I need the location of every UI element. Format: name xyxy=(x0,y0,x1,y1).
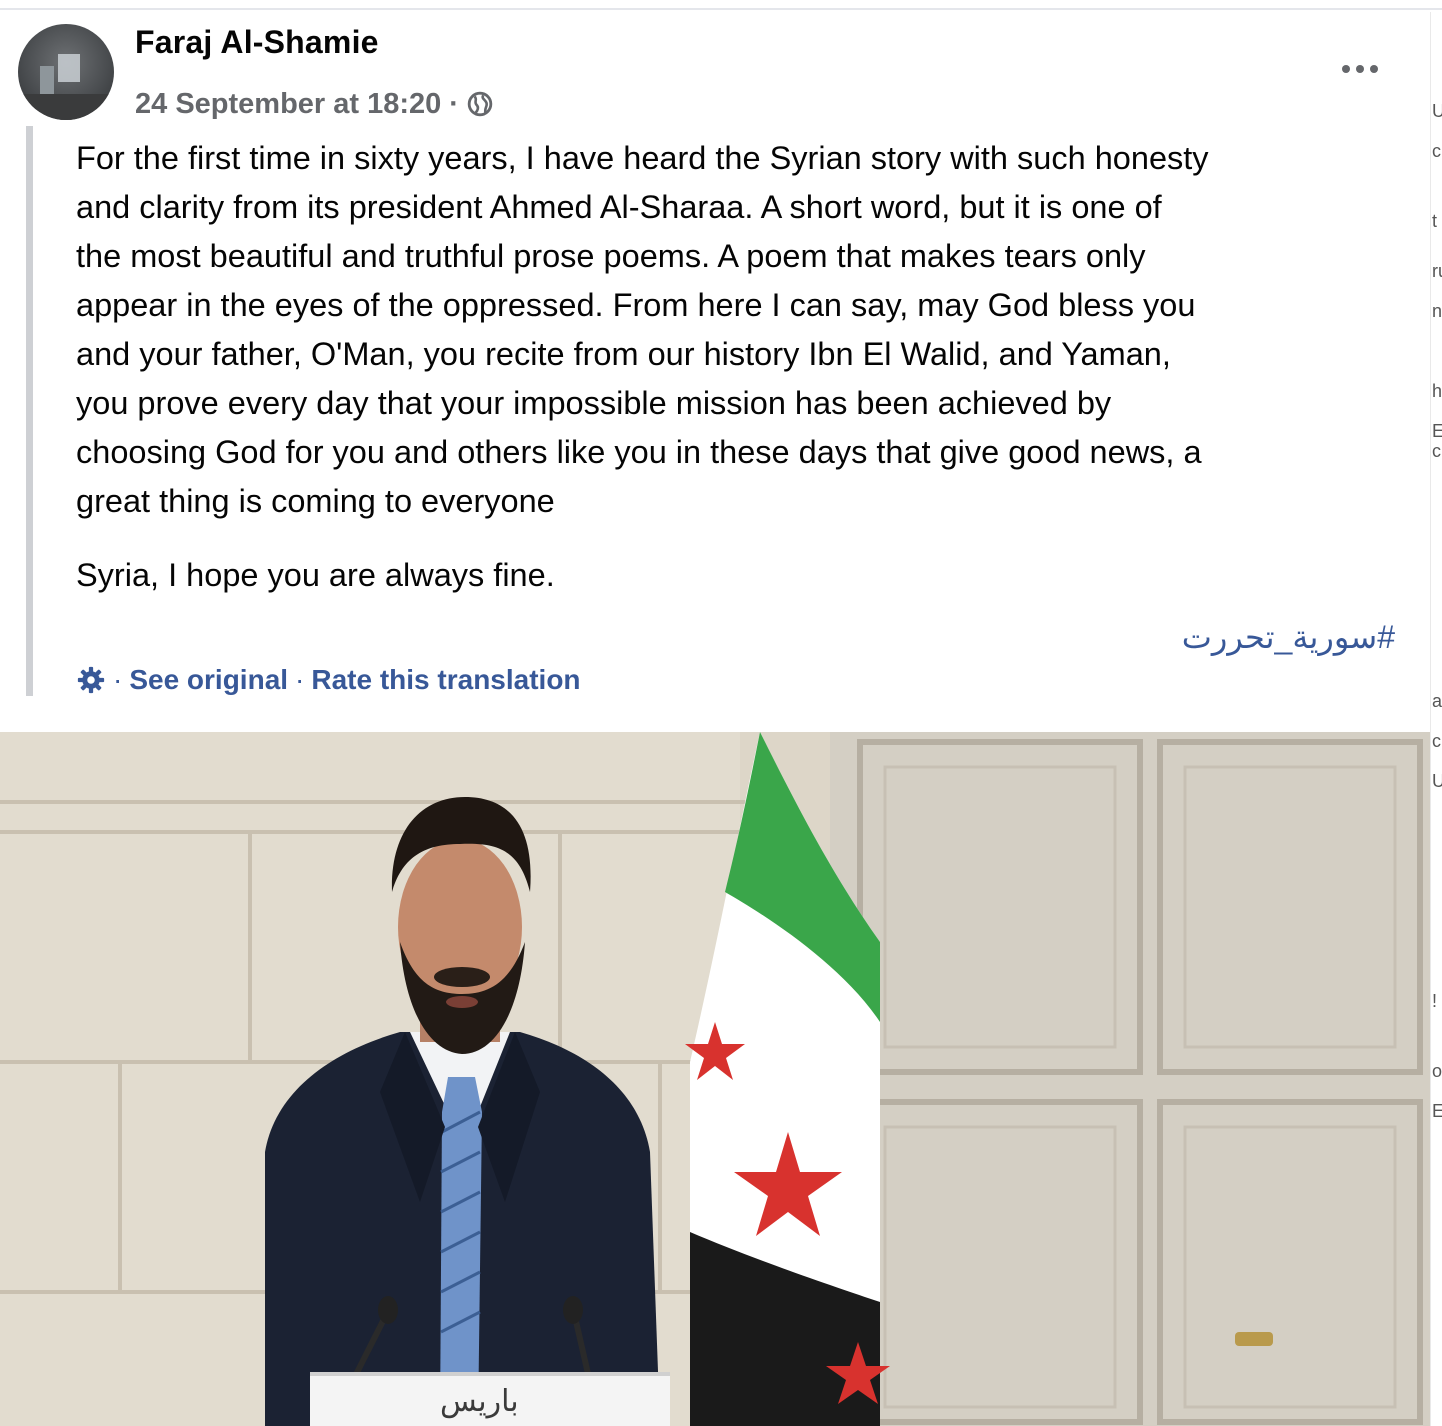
post-text-line: the most beautiful and truthful prose po… xyxy=(76,238,1146,274)
post-photo-illustration xyxy=(0,732,1430,1426)
translation-separator: · xyxy=(113,664,123,695)
post-text-line: and your father, O'Man, you recite from … xyxy=(76,336,1171,372)
more-options-icon[interactable] xyxy=(1336,54,1384,84)
translation-quote-bar xyxy=(26,126,33,696)
gear-icon[interactable] xyxy=(76,665,106,695)
post-text: For the first time in sixty years, I hav… xyxy=(76,134,1411,526)
see-original-link[interactable]: See original xyxy=(129,664,288,696)
avatar-window xyxy=(58,54,80,82)
more-dot xyxy=(1356,65,1364,73)
more-dot xyxy=(1370,65,1378,73)
translation-separator: · xyxy=(295,664,305,695)
post-text-line: and clarity from its president Ahmed Al-… xyxy=(76,189,1162,225)
post-text-line: For the first time in sixty years, I hav… xyxy=(76,140,1209,176)
post-timestamp[interactable]: 24 September at 18:20 xyxy=(135,88,441,121)
post-text-line: great thing is coming to everyone xyxy=(76,483,555,519)
podium-label: باريس xyxy=(440,1384,519,1419)
post-text-line: choosing God for you and others like you… xyxy=(76,434,1202,470)
avatar-floor xyxy=(18,94,114,120)
post-photo[interactable]: باريس xyxy=(0,732,1430,1426)
translation-options: · See original · Rate this translation xyxy=(76,660,581,700)
avatar[interactable] xyxy=(18,24,114,120)
post-meta: 24 September at 18:20 · xyxy=(135,86,493,122)
globe-icon[interactable] xyxy=(467,91,493,117)
meta-separator: · xyxy=(449,87,459,120)
hashtag-link[interactable]: #سورية_تحررت xyxy=(1150,615,1395,659)
post-text-line: you prove every day that your impossible… xyxy=(76,385,1112,421)
rate-translation-link[interactable]: Rate this translation xyxy=(311,664,580,696)
author-name[interactable]: Faraj Al-Shamie xyxy=(135,24,379,61)
background-page-strip: U c t ru n h E c a c U ! o E xyxy=(1430,12,1442,1426)
post-card: Faraj Al-Shamie 24 September at 18:20 · … xyxy=(0,10,1430,1426)
post-closing-line: Syria, I hope you are always fine. xyxy=(76,557,555,593)
more-dot xyxy=(1342,65,1350,73)
post-text-line: appear in the eyes of the oppressed. Fro… xyxy=(76,287,1196,323)
